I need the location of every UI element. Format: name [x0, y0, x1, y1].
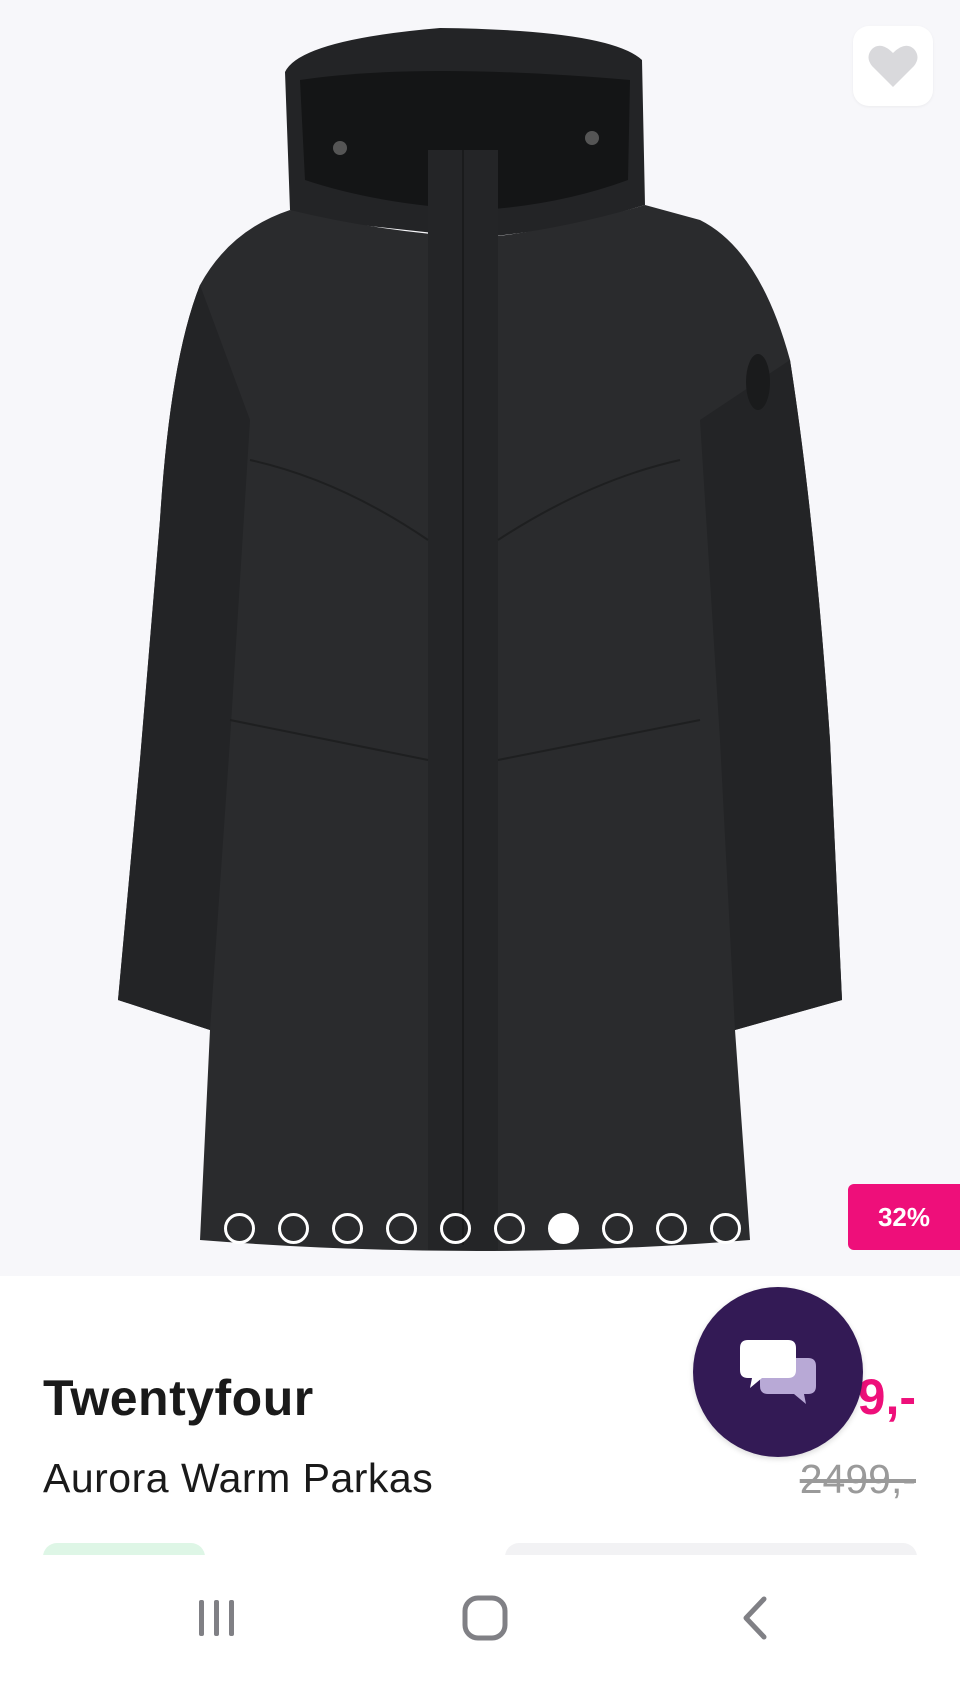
- pagination-dot[interactable]: [224, 1213, 255, 1244]
- sale-price: 9,-: [857, 1369, 916, 1425]
- gallery-pagination: [224, 1213, 741, 1244]
- pagination-dot[interactable]: [386, 1213, 417, 1244]
- back-button[interactable]: [695, 1555, 815, 1681]
- pagination-dot[interactable]: [332, 1213, 363, 1244]
- pagination-dot-active[interactable]: [548, 1213, 579, 1244]
- discount-badge: 32%: [848, 1184, 960, 1250]
- heart-icon: [868, 45, 918, 87]
- home-icon: [462, 1595, 508, 1641]
- chat-button[interactable]: [693, 1287, 863, 1457]
- pagination-dot[interactable]: [656, 1213, 687, 1244]
- pagination-dot[interactable]: [710, 1213, 741, 1244]
- chat-bubbles-icon: [740, 1340, 816, 1404]
- pagination-dot[interactable]: [494, 1213, 525, 1244]
- product-page: 32% Twentyfour Aurora Warm Parkas 9,- 24…: [0, 0, 960, 1681]
- favorite-button[interactable]: [853, 26, 933, 106]
- product-image: [118, 28, 842, 1251]
- recents-icon: [199, 1600, 234, 1636]
- brand-name[interactable]: Twentyfour: [43, 1369, 314, 1427]
- product-name: Aurora Warm Parkas: [43, 1455, 434, 1501]
- home-button[interactable]: [425, 1555, 545, 1681]
- back-icon: [743, 1596, 767, 1640]
- system-navigation-bar: [0, 1555, 960, 1681]
- pagination-dot[interactable]: [602, 1213, 633, 1244]
- pagination-dot[interactable]: [440, 1213, 471, 1244]
- recents-button[interactable]: [157, 1555, 277, 1681]
- original-price: 2499,-: [799, 1456, 916, 1502]
- pagination-dot[interactable]: [278, 1213, 309, 1244]
- product-image-gallery[interactable]: 32%: [0, 0, 960, 1276]
